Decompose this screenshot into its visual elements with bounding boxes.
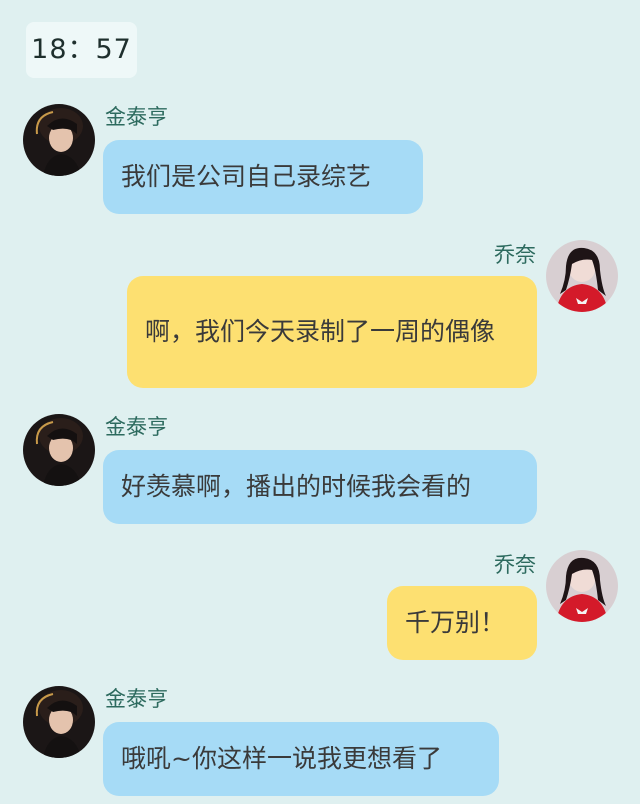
message-text: 我们是公司自己录综艺 xyxy=(121,162,372,191)
sender-name: 金泰亨 xyxy=(105,415,168,439)
message-bubble[interactable]: 我们是公司自己录综艺 xyxy=(103,140,423,214)
avatar-qiao-nai[interactable] xyxy=(546,240,618,312)
message-bubble[interactable]: 哦吼~你这样一说我更想看了 xyxy=(103,722,499,796)
sender-name: 金泰亨 xyxy=(105,105,168,129)
message-text: 啊，我们今天录制了一周的偶像 xyxy=(145,317,496,346)
male-avatar-icon xyxy=(23,104,95,176)
message-bubble[interactable]: 好羡慕啊，播出的时候我会看的 xyxy=(103,450,537,524)
avatar-qiao-nai[interactable] xyxy=(546,550,618,622)
message-text: 好羡慕啊，播出的时候我会看的 xyxy=(121,472,472,501)
message-bubble[interactable]: 千万别！ xyxy=(387,586,537,660)
sender-name: 乔奈 xyxy=(494,243,536,267)
message-bubble[interactable]: 啊，我们今天录制了一周的偶像 xyxy=(127,276,537,388)
avatar-kim-taehyung[interactable] xyxy=(23,414,95,486)
timestamp: 18：57 xyxy=(26,22,137,78)
avatar-kim-taehyung[interactable] xyxy=(23,686,95,758)
avatar-kim-taehyung[interactable] xyxy=(23,104,95,176)
male-avatar-icon xyxy=(23,414,95,486)
message-text: 哦吼~你这样一说我更想看了 xyxy=(121,744,442,773)
male-avatar-icon xyxy=(23,686,95,758)
female-avatar-icon xyxy=(546,550,618,622)
message-text: 千万别！ xyxy=(405,608,506,637)
sender-name: 金泰亨 xyxy=(105,687,168,711)
sender-name: 乔奈 xyxy=(494,553,536,577)
female-avatar-icon xyxy=(546,240,618,312)
